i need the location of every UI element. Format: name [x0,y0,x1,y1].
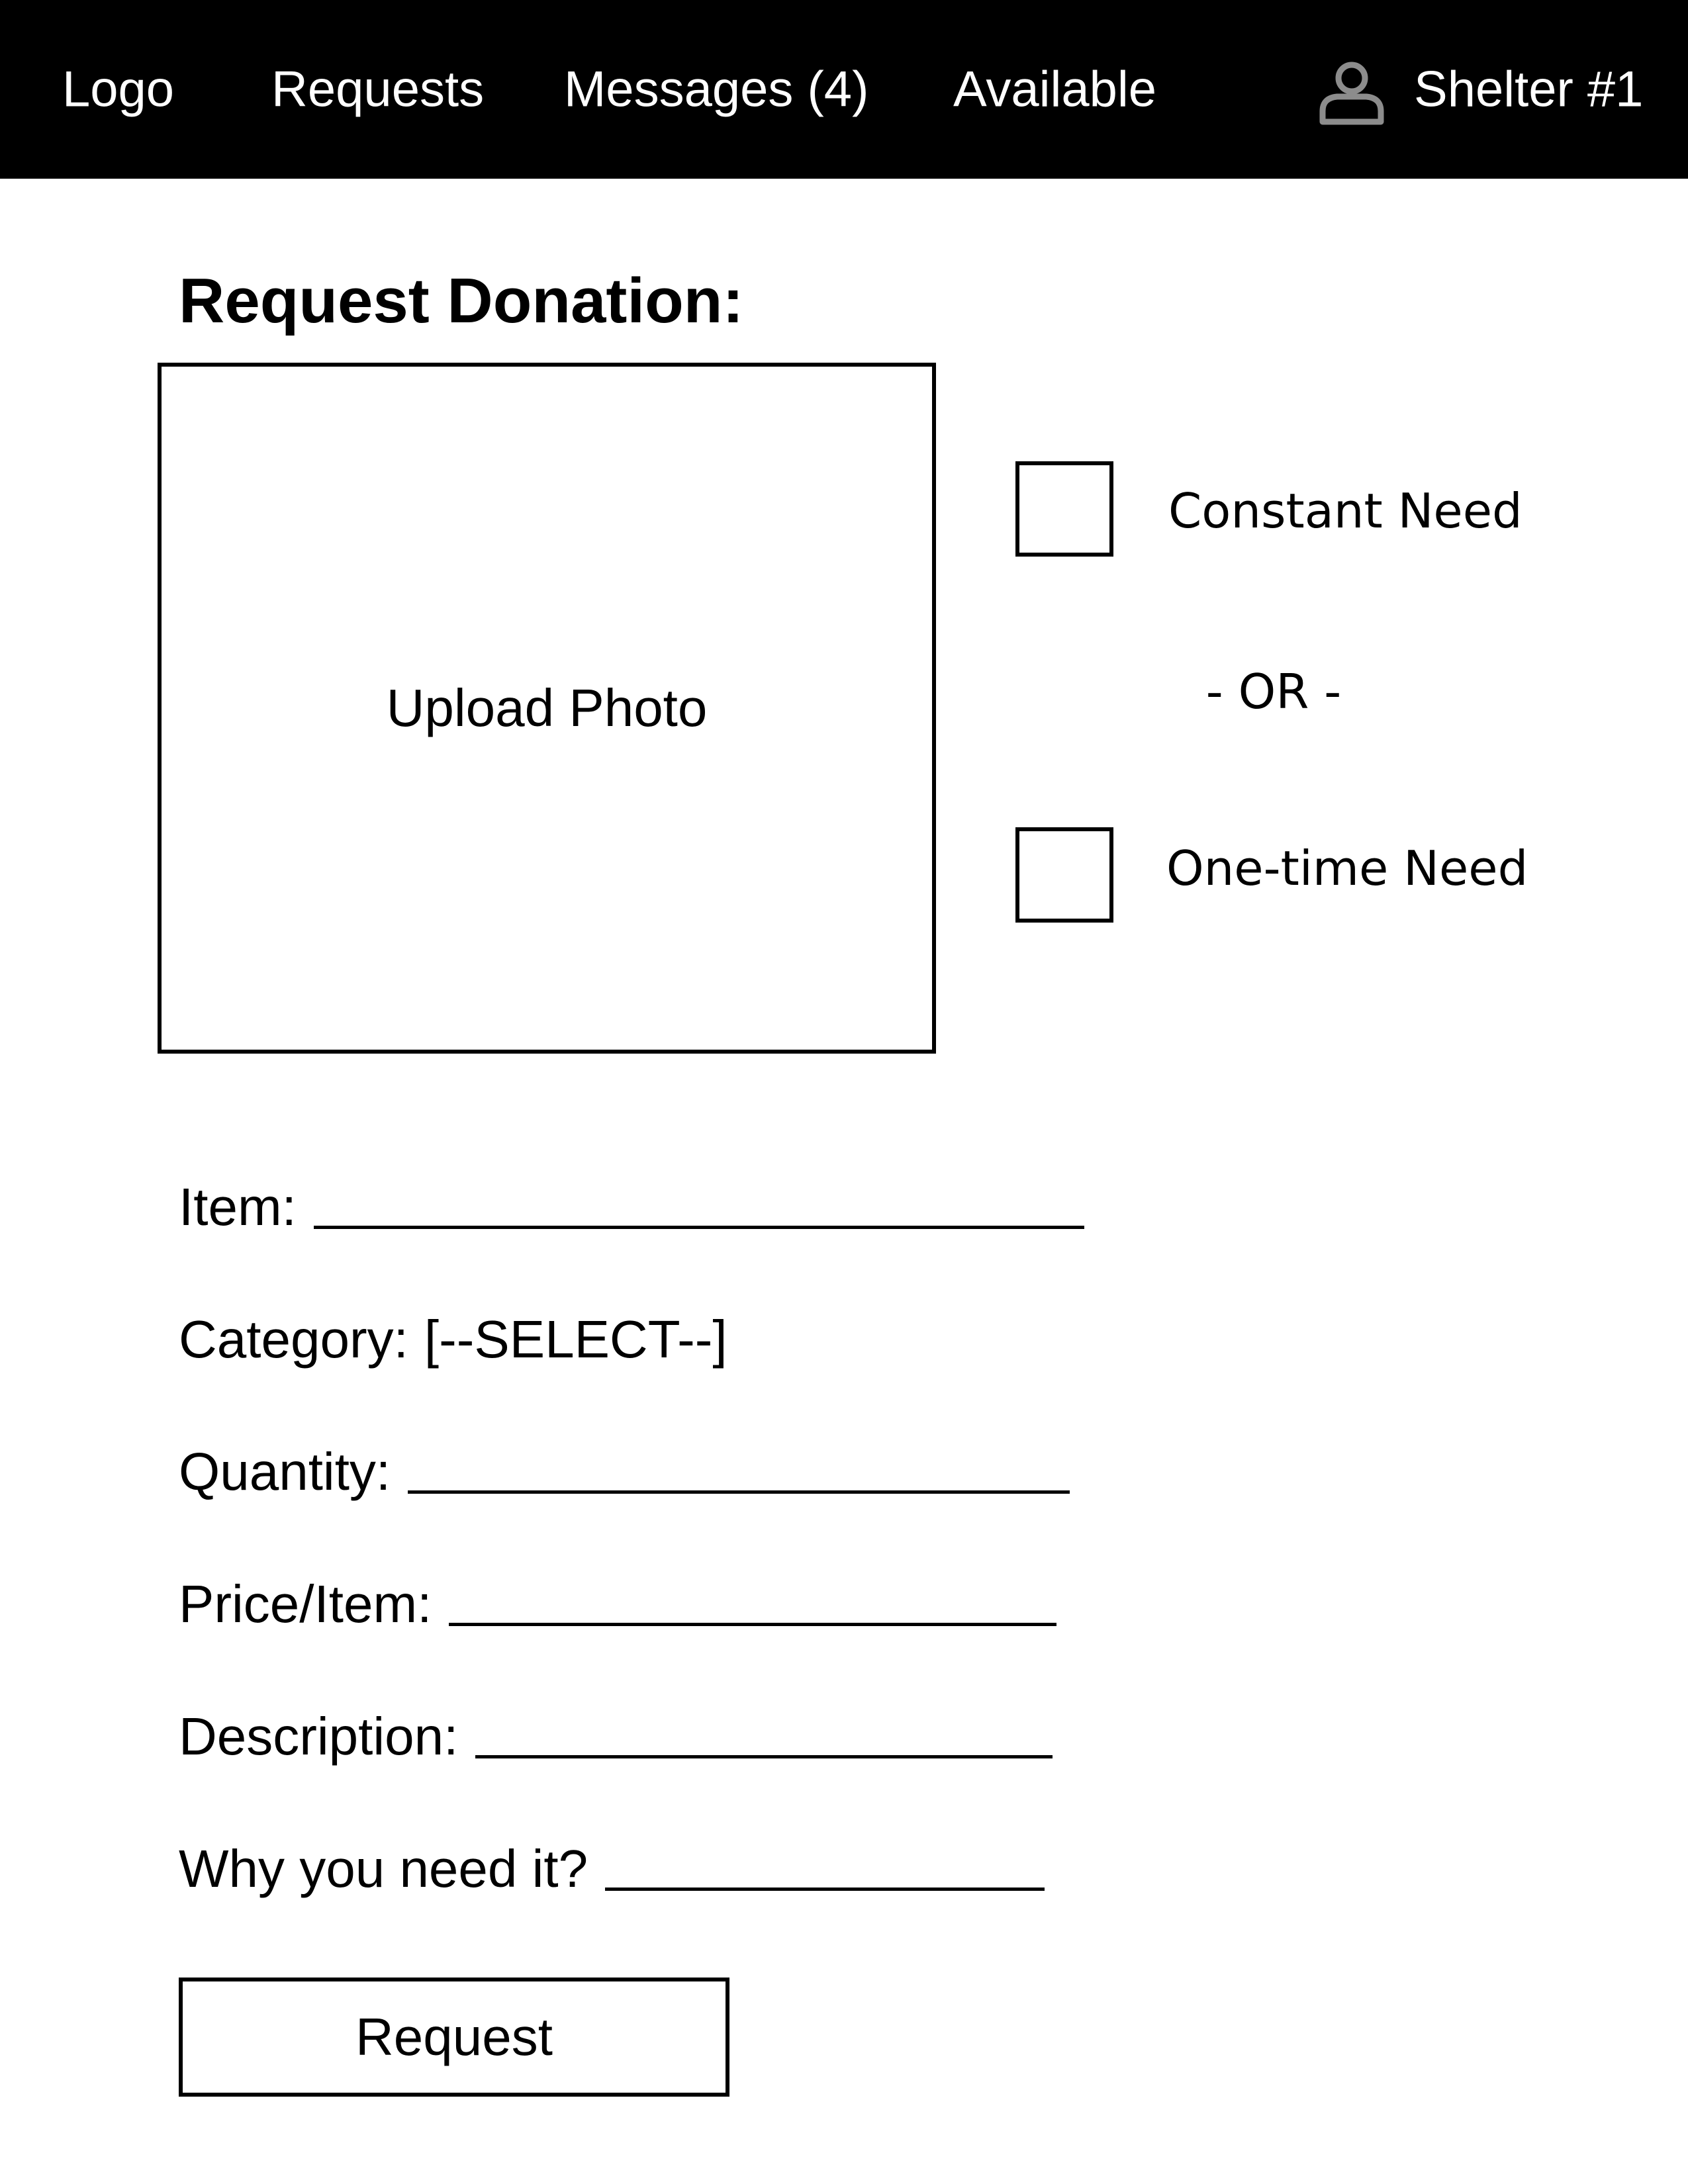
category-label: Category: [179,1310,408,1369]
why-field-row: Why you need it? [179,1837,1045,1903]
request-button[interactable]: Request [179,1978,729,2097]
quantity-input[interactable] [408,1444,1070,1494]
item-input[interactable] [313,1179,1084,1229]
nav-requests-link[interactable]: Requests [271,61,484,118]
top-navbar: Logo Requests Messages (4) Available She… [0,0,1688,179]
price-field-row: Price/Item: [179,1572,1057,1639]
nav-messages-link[interactable]: Messages (4) [564,61,868,118]
item-field-row: Item: [179,1175,1084,1242]
constant-need-checkbox[interactable] [1015,461,1113,557]
quantity-label: Quantity: [179,1442,391,1501]
user-icon[interactable] [1317,60,1386,126]
why-input[interactable] [605,1841,1045,1891]
quantity-field-row: Quantity: [179,1440,1070,1506]
nav-logo[interactable]: Logo [62,61,174,118]
price-per-item-label: Price/Item: [179,1574,432,1633]
description-field-row: Description: [179,1705,1053,1771]
constant-need-label: Constant Need [1168,483,1523,539]
one-time-need-label: One-time Need [1166,841,1528,896]
why-label: Why you need it? [179,1839,588,1898]
page-title: Request Donation: [179,265,744,336]
or-separator: - OR - [1205,664,1342,719]
item-label: Item: [179,1177,297,1236]
category-select[interactable]: [--SELECT--] [424,1309,727,1370]
price-per-item-input[interactable] [449,1576,1057,1626]
nav-user-name[interactable]: Shelter #1 [1414,61,1643,118]
upload-photo-label: Upload Photo [386,678,708,737]
category-field-row: Category: [--SELECT--] [179,1309,727,1375]
nav-available-link[interactable]: Available [953,61,1156,118]
description-label: Description: [179,1707,459,1766]
description-input[interactable] [475,1709,1053,1758]
one-time-need-checkbox[interactable] [1015,827,1113,923]
upload-photo-box[interactable]: Upload Photo [158,363,936,1054]
